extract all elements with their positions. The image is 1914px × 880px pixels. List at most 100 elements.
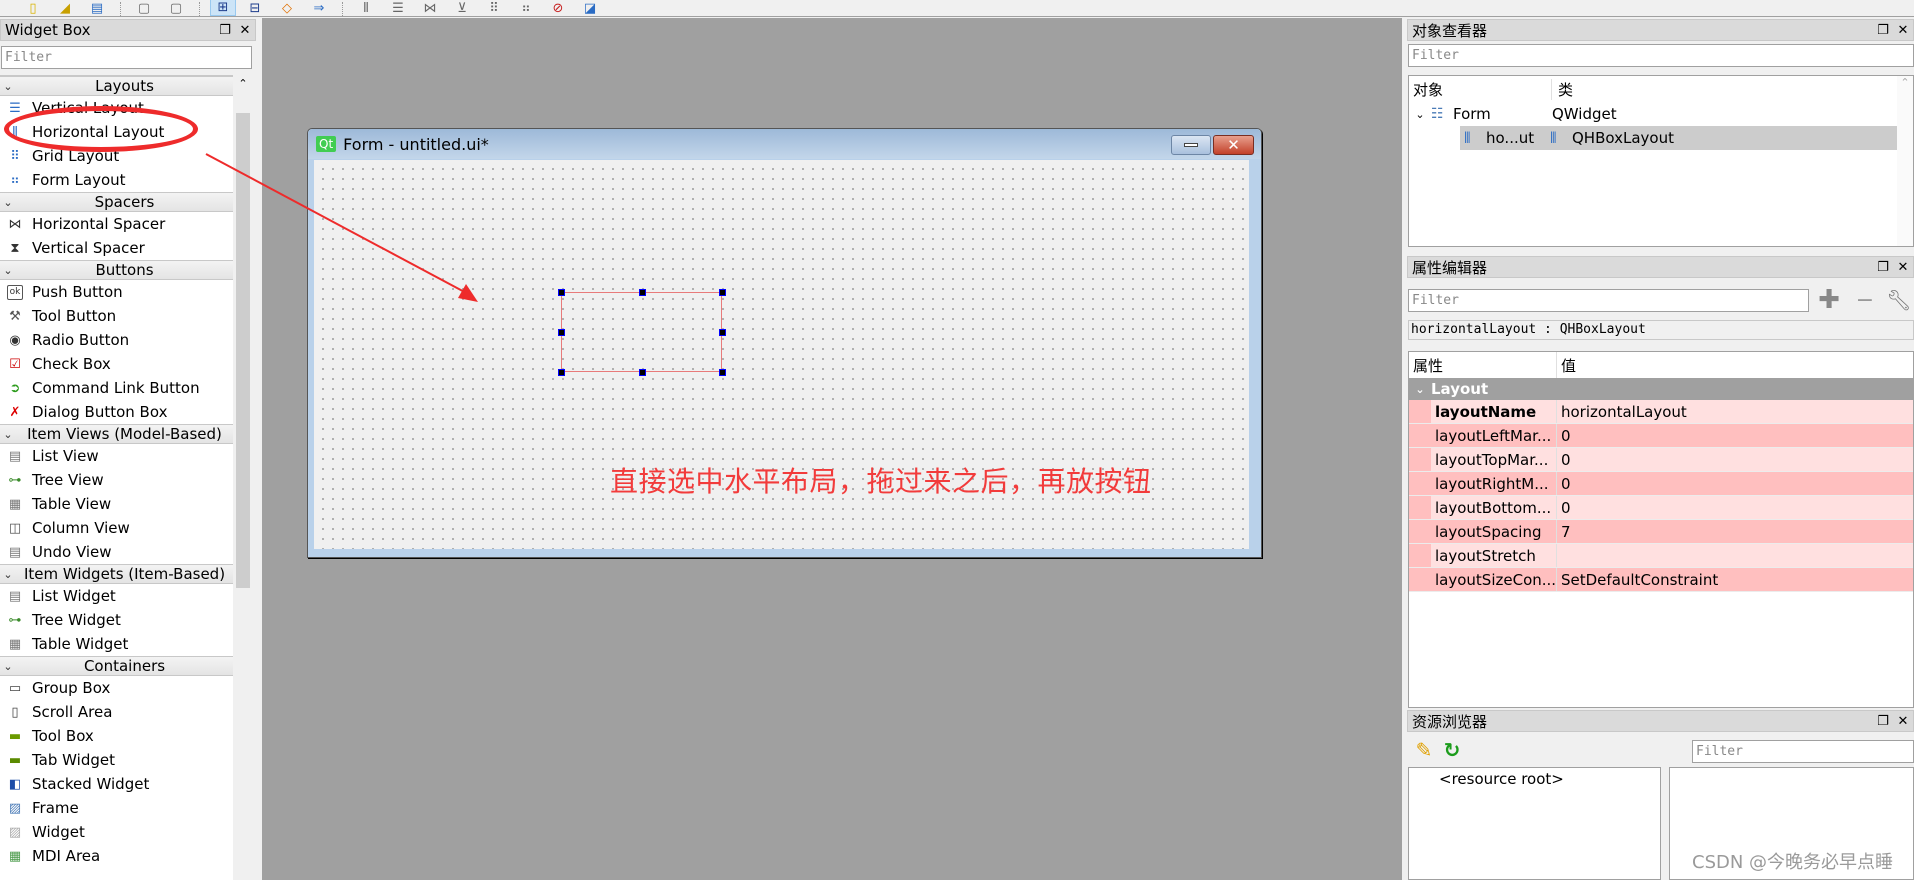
widget-item-push-button[interactable]: ok Push Button [0,280,233,304]
property-group-layout[interactable]: ⌄ Layout [1409,378,1913,400]
tree-row-layout[interactable]: ⦀ ho...ut ⦀ QHBoxLayout [1460,126,1897,150]
property-value[interactable]: 0 [1557,448,1913,471]
save-file-icon[interactable]: ▤ [84,0,110,16]
property-value[interactable]: horizontalLayout [1557,400,1913,423]
resource-root-item[interactable]: <resource root> [1409,768,1660,788]
widget-item-mdi-area[interactable]: ▦ MDI Area [0,844,233,868]
widget-item-undo-view[interactable]: ▤ Undo View [0,540,233,564]
float-icon[interactable]: ❐ [1873,23,1893,38]
chevron-down-icon[interactable]: ⌄ [0,80,16,93]
property-row[interactable]: layoutStretch [1409,544,1913,568]
add-property-icon[interactable]: ✚ [1814,285,1844,315]
minimize-button[interactable] [1171,135,1211,155]
widget-item-table-widget[interactable]: ▦ Table Widget [0,632,233,656]
property-row[interactable]: layoutRightM... 0 [1409,472,1913,496]
close-icon[interactable]: ✕ [1893,260,1913,275]
category-item-widgets-item-based[interactable]: ⌄ Item Widgets (Item-Based) [0,564,233,584]
widget-item-frame[interactable]: ▨ Frame [0,796,233,820]
widget-item-list-widget[interactable]: ▤ List Widget [0,584,233,608]
remove-property-icon[interactable]: − [1850,287,1880,313]
resource-filter-input[interactable]: Filter [1692,740,1914,763]
widget-item-form-layout[interactable]: ⠶ Form Layout [0,168,233,192]
property-value[interactable]: 0 [1557,496,1913,519]
widget-item-tree-widget[interactable]: ⊶ Tree Widget [0,608,233,632]
close-icon[interactable]: ✕ [1893,23,1913,38]
close-icon[interactable]: ✕ [1893,714,1913,729]
category-item-views-model-based[interactable]: ⌄ Item Views (Model-Based) [0,424,233,444]
close-icon[interactable]: ✕ [235,23,255,38]
edit-widgets-icon[interactable]: ⊞ [210,0,236,16]
chevron-down-icon[interactable]: ⌄ [0,568,16,581]
layout-form-icon[interactable]: ⠶ [513,0,539,16]
property-row[interactable]: layoutLeftMar... 0 [1409,424,1913,448]
layout-h-splitter-icon[interactable]: ⋈ [417,0,443,16]
property-value[interactable]: 7 [1557,520,1913,543]
cut-icon[interactable]: ▢ [131,0,157,16]
property-value[interactable]: SetDefaultConstraint [1557,568,1913,591]
edit-resources-pencil-icon[interactable]: ✎ [1412,738,1436,762]
float-icon[interactable]: ❐ [1873,260,1893,275]
chevron-down-icon[interactable]: ⌄ [0,660,16,673]
column-header-class[interactable]: 类 [1552,79,1573,100]
property-row[interactable]: layoutSizeCon... SetDefaultConstraint [1409,568,1913,592]
horizontal-layout-selection[interactable] [558,289,726,376]
edit-signals-icon[interactable]: ⊟ [242,0,268,16]
widget-item-check-box[interactable]: ☑ Check Box [0,352,233,376]
widget-item-radio-button[interactable]: ◉ Radio Button [0,328,233,352]
widget-item-group-box[interactable]: ▭ Group Box [0,676,233,700]
break-layout-icon[interactable]: ⊘ [545,0,571,16]
widget-box-filter-input[interactable]: Filter [1,46,252,69]
category-buttons[interactable]: ⌄ Buttons [0,260,233,280]
widget-item-column-view[interactable]: ◫ Column View [0,516,233,540]
widget-item-vertical-spacer[interactable]: ⧗ Vertical Spacer [0,236,233,260]
float-icon[interactable]: ❐ [1873,714,1893,729]
widget-item-list-view[interactable]: ▤ List View [0,444,233,468]
resize-handle[interactable] [639,289,646,296]
layout-vertical-icon[interactable]: ☰ [385,0,411,16]
widget-item-tree-view[interactable]: ⊶ Tree View [0,468,233,492]
widget-item-tool-box[interactable]: ▬ Tool Box [0,724,233,748]
layout-v-splitter-icon[interactable]: ⊻ [449,0,475,16]
resize-handle[interactable] [558,329,565,336]
property-row[interactable]: layoutTopMar... 0 [1409,448,1913,472]
chevron-down-icon[interactable]: ⌄ [0,264,16,277]
property-filter-input[interactable]: Filter [1408,289,1809,312]
widget-item-table-view[interactable]: ▦ Table View [0,492,233,516]
copy-icon[interactable]: ▢ [163,0,189,16]
resize-handle[interactable] [558,369,565,376]
property-value[interactable]: 0 [1557,472,1913,495]
layout-grid-icon[interactable]: ⠿ [481,0,507,16]
edit-tab-order-icon[interactable]: ⇒ [306,0,332,16]
chevron-down-icon[interactable]: ⌄ [1409,108,1431,121]
widget-item-tab-widget[interactable]: ▬ Tab Widget [0,748,233,772]
float-icon[interactable]: ❐ [215,23,235,38]
open-file-icon[interactable]: ◢ [52,0,78,16]
column-header-value[interactable]: 值 [1557,355,1576,376]
property-value[interactable]: 0 [1557,424,1913,447]
property-row[interactable]: layoutBottom... 0 [1409,496,1913,520]
category-layouts[interactable]: ⌄ Layouts [0,76,233,96]
widget-item-tool-button[interactable]: ⚒ Tool Button [0,304,233,328]
category-spacers[interactable]: ⌄ Spacers [0,192,233,212]
scroll-up-icon[interactable]: ⌃ [236,77,250,95]
widget-item-dialog-button-box[interactable]: ✗ Dialog Button Box [0,400,233,424]
property-row[interactable]: layoutSpacing 7 [1409,520,1913,544]
resize-handle[interactable] [639,369,646,376]
category-containers[interactable]: ⌄ Containers [0,656,233,676]
chevron-down-icon[interactable]: ⌄ [1409,383,1431,396]
widget-item-stacked-widget[interactable]: ◧ Stacked Widget [0,772,233,796]
reload-icon[interactable]: ↻ [1440,738,1464,762]
object-filter-input[interactable]: Filter [1408,44,1914,67]
edit-buddies-icon[interactable]: ◇ [274,0,300,16]
resize-handle[interactable] [719,369,726,376]
widget-item-command-link-button[interactable]: ➲ Command Link Button [0,376,233,400]
adjust-size-icon[interactable]: ◪ [577,0,603,16]
chevron-down-icon[interactable]: ⌄ [0,428,16,441]
new-file-icon[interactable]: ▯ [20,0,46,16]
resize-handle[interactable] [558,289,565,296]
tree-row-form[interactable]: ⌄ ☷ Form QWidget [1409,102,1913,126]
resize-handle[interactable] [719,329,726,336]
object-tree-scrollbar[interactable]: ⌃ [1897,76,1913,246]
widget-item-horizontal-spacer[interactable]: ⋈ Horizontal Spacer [0,212,233,236]
close-button[interactable]: ✕ [1213,135,1254,155]
